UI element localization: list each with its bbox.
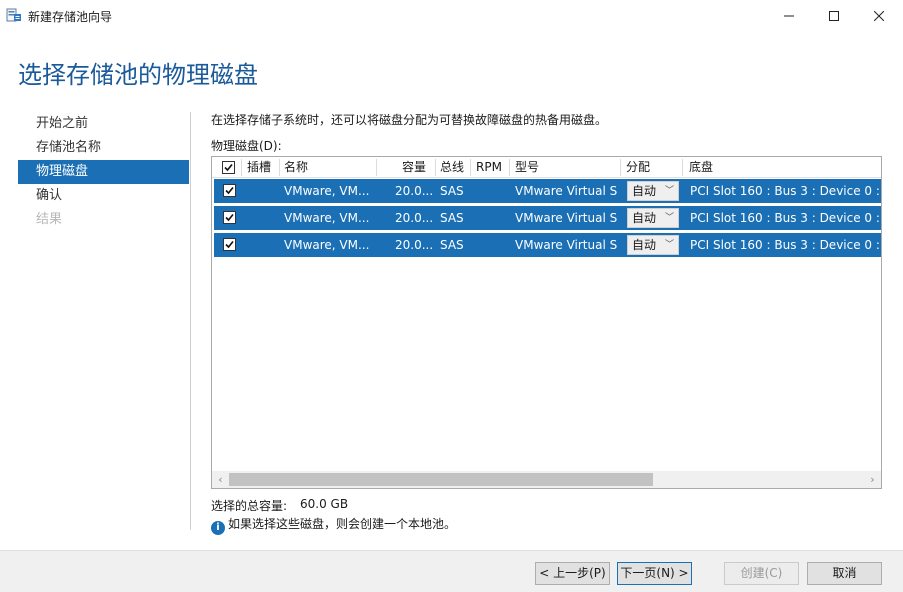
next-button[interactable]: 下一页(N) >: [617, 562, 692, 585]
checkmark-icon: [225, 213, 234, 222]
column-separator: [376, 159, 377, 176]
disk-name: VMware, VM...: [284, 184, 370, 198]
allocation-dropdown[interactable]: 自动 ﹀: [627, 235, 679, 255]
disk-row-checkbox[interactable]: [223, 211, 236, 224]
total-capacity-label: 选择的总容量:: [211, 499, 288, 513]
column-separator: [470, 159, 471, 176]
description-text: 在选择存储子系统时，还可以将磁盘分配为可替换故障磁盘的热备用磁盘。: [211, 113, 608, 127]
scrollbar-thumb[interactable]: [229, 473, 653, 486]
disk-model: VMware Virtual S: [515, 184, 618, 198]
chevron-down-icon: ﹀: [664, 186, 674, 196]
disk-slot: [249, 206, 279, 230]
column-header-slot[interactable]: 插槽: [243, 157, 281, 178]
column-header-rpm[interactable]: RPM: [472, 157, 510, 178]
wizard-nav: 开始之前 存储池名称 物理磁盘 确认 结果: [18, 112, 189, 232]
disk-model: VMware Virtual S: [515, 211, 618, 225]
column-header-chassis[interactable]: 底盘: [685, 157, 785, 178]
nav-divider: [190, 112, 191, 530]
disk-bus: SAS: [440, 238, 464, 252]
grid-header: 插槽 名称 容量 总线 RPM 型号 分配 底盘: [212, 157, 881, 178]
disk-chassis: PCI Slot 160 : Bus 3 : Device 0 : Fu: [690, 184, 881, 198]
disk-bus: SAS: [440, 211, 464, 225]
disk-name: VMware, VM...: [284, 211, 370, 225]
nav-item-pool-name[interactable]: 存储池名称: [18, 136, 189, 160]
wizard-footer: < 上一步(P) 下一页(N) > 创建(C) 取消: [0, 550, 903, 592]
nav-item-physical-disks[interactable]: 物理磁盘: [18, 160, 189, 184]
wizard-window: 新建存储池向导 选择存储池的物理磁盘 开始之前 存储池名称 物理磁盘 确认 结果…: [0, 0, 903, 592]
cancel-button[interactable]: 取消: [807, 562, 882, 585]
disk-name: VMware, VM...: [284, 238, 370, 252]
checkmark-icon: [224, 163, 233, 172]
maximize-button[interactable]: [811, 0, 857, 32]
storage-pool-app-icon: [6, 7, 22, 23]
allocation-dropdown[interactable]: 自动 ﹀: [627, 208, 679, 228]
maximize-icon: [829, 11, 839, 21]
disk-capacity: 20.0...: [395, 211, 433, 225]
chevron-down-icon: ﹀: [664, 240, 674, 250]
physical-disks-grid[interactable]: 插槽 名称 容量 总线 RPM 型号 分配 底盘 VMware, VM... 2…: [211, 156, 882, 489]
disk-rpm: [476, 233, 506, 257]
column-separator: [241, 159, 242, 176]
column-header-capacity[interactable]: 容量: [398, 157, 434, 178]
title-bar: 新建存储池向导: [0, 0, 903, 32]
scroll-left-icon[interactable]: ‹: [212, 471, 229, 488]
checkmark-icon: [225, 186, 234, 195]
disk-row[interactable]: VMware, VM... 20.0... SAS VMware Virtual…: [214, 179, 881, 203]
column-header-bus[interactable]: 总线: [436, 157, 470, 178]
disk-row[interactable]: VMware, VM... 20.0... SAS VMware Virtual…: [214, 233, 881, 257]
chevron-down-icon: ﹀: [664, 213, 674, 223]
checkmark-icon: [225, 240, 234, 249]
close-icon: [874, 11, 884, 21]
nav-item-before-you-begin[interactable]: 开始之前: [18, 112, 189, 136]
horizontal-scrollbar[interactable]: ‹ ›: [212, 471, 881, 488]
physical-disks-label: 物理磁盘(D):: [211, 139, 282, 153]
disk-rpm: [476, 179, 506, 203]
page-title: 选择存储池的物理磁盘: [18, 61, 258, 89]
column-header-name[interactable]: 名称: [280, 157, 376, 178]
disk-row-checkbox[interactable]: [223, 238, 236, 251]
previous-button[interactable]: < 上一步(P): [535, 562, 610, 585]
allocation-value: 自动: [632, 238, 657, 252]
window-title: 新建存储池向导: [28, 10, 113, 24]
disk-row-checkbox[interactable]: [223, 184, 236, 197]
allocation-value: 自动: [632, 184, 657, 198]
disk-rpm: [476, 206, 506, 230]
disk-capacity: 20.0...: [395, 238, 433, 252]
column-header-model[interactable]: 型号: [511, 157, 621, 178]
disk-row[interactable]: VMware, VM... 20.0... SAS VMware Virtual…: [214, 206, 881, 230]
disk-bus: SAS: [440, 184, 464, 198]
scroll-right-icon[interactable]: ›: [864, 471, 881, 488]
close-button[interactable]: [856, 0, 902, 32]
column-separator: [509, 159, 510, 176]
allocation-value: 自动: [632, 211, 657, 225]
create-button: 创建(C): [724, 562, 799, 585]
column-separator: [682, 159, 683, 176]
info-text: 如果选择这些磁盘，则会创建一个本地池。: [228, 517, 457, 531]
info-message: i 如果选择这些磁盘，则会创建一个本地池。: [211, 515, 456, 535]
column-header-allocation[interactable]: 分配: [622, 157, 682, 178]
disk-slot: [249, 233, 279, 257]
disk-capacity: 20.0...: [395, 184, 433, 198]
disk-model: VMware Virtual S: [515, 238, 618, 252]
select-all-checkbox[interactable]: [222, 161, 235, 174]
nav-item-results: 结果: [36, 212, 63, 227]
allocation-dropdown[interactable]: 自动 ﹀: [627, 181, 679, 201]
minimize-button[interactable]: [766, 0, 812, 32]
info-icon: i: [211, 521, 225, 535]
column-separator: [620, 159, 621, 176]
nav-item-confirmation[interactable]: 确认: [18, 184, 189, 208]
total-capacity: 选择的总容量: 60.0 GB: [211, 497, 348, 514]
disk-chassis: PCI Slot 160 : Bus 3 : Device 0 : Fu: [690, 211, 881, 225]
minimize-icon: [784, 15, 794, 17]
disk-chassis: PCI Slot 160 : Bus 3 : Device 0 : Fu: [690, 238, 881, 252]
total-capacity-value: 60.0 GB: [300, 497, 349, 511]
disk-slot: [249, 179, 279, 203]
